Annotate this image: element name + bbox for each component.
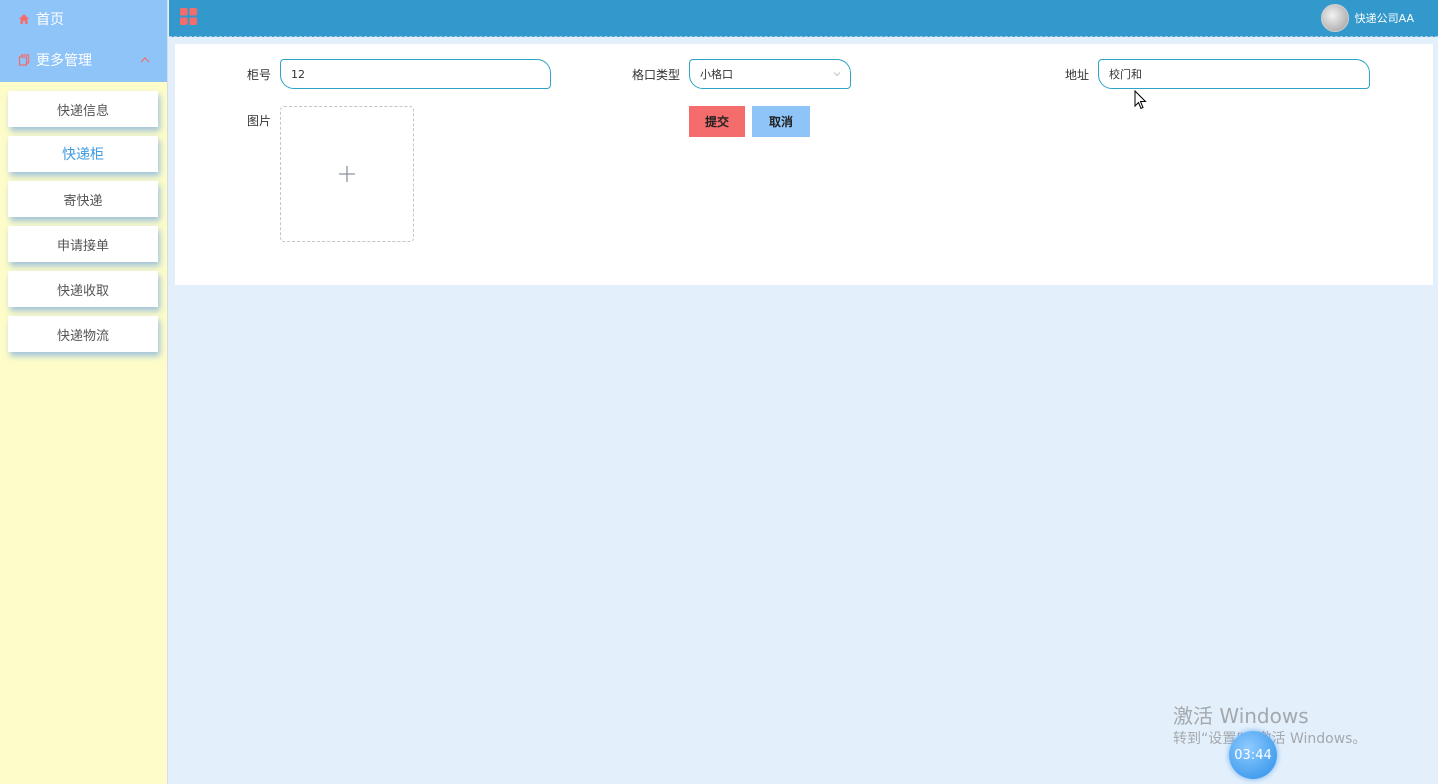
grid-menu-icon[interactable] xyxy=(180,8,197,25)
chevron-down-icon xyxy=(833,72,841,77)
chevron-up-icon xyxy=(140,57,150,63)
slot-type-label: 格口类型 xyxy=(632,68,681,82)
plus-icon xyxy=(339,166,355,182)
cabinet-number-label: 柜号 xyxy=(247,68,272,82)
address-input[interactable]: 校门和 xyxy=(1098,59,1370,89)
windows-activation-title: 激活 Windows xyxy=(1173,704,1309,728)
sidebar-item-express-receive[interactable]: 快递收取 xyxy=(8,271,158,307)
sidebar-nav-header: 首页 更多管理 xyxy=(0,0,167,82)
sidebar-item-label: 快递信息 xyxy=(56,103,109,119)
address-label: 地址 xyxy=(1065,68,1090,82)
form-panel: 柜号 12 格口类型 小格口 地址 校门和 图片 提交 取消 xyxy=(175,44,1433,285)
sidebar-item-express-logistics[interactable]: 快递物流 xyxy=(8,316,158,352)
mouse-cursor-icon xyxy=(1134,90,1147,110)
copy-icon xyxy=(18,54,30,66)
sidebar-item-express-info[interactable]: 快递信息 xyxy=(8,91,158,127)
sidebar-item-apply-order[interactable]: 申请接单 xyxy=(8,226,158,262)
sidebar-item-label: 快递柜 xyxy=(62,147,104,163)
sidebar-item-send-express[interactable]: 寄快递 xyxy=(8,181,158,217)
sidebar-item-label: 快递收取 xyxy=(56,283,109,299)
address-value: 校门和 xyxy=(1109,68,1142,81)
top-header: 快递公司AA xyxy=(169,0,1438,37)
username: 快递公司AA xyxy=(1354,12,1414,25)
cabinet-number-value: 12 xyxy=(291,67,305,81)
sidebar-submenu: 快递信息 快递柜 寄快递 申请接单 快递收取 快递物流 xyxy=(0,82,167,352)
sidebar-item-more-management[interactable]: 更多管理 xyxy=(0,38,167,82)
submit-button[interactable]: 提交 xyxy=(689,106,745,137)
sidebar-item-label: 快递物流 xyxy=(56,328,109,344)
floating-clock[interactable]: 03:44 xyxy=(1229,731,1277,779)
sidebar: 首页 更多管理 快递信息 快递柜 寄快递 申请接单 快递收取 快递物流 xyxy=(0,0,168,784)
slot-type-select[interactable]: 小格口 xyxy=(689,59,851,89)
sidebar-item-label: 申请接单 xyxy=(56,238,109,254)
cancel-button[interactable]: 取消 xyxy=(752,106,810,137)
user-menu[interactable]: 快递公司AA xyxy=(1320,3,1414,33)
cabinet-number-input[interactable]: 12 xyxy=(280,59,551,89)
sidebar-item-express-cabinet[interactable]: 快递柜 xyxy=(8,136,158,172)
slot-type-value: 小格口 xyxy=(700,68,733,81)
avatar xyxy=(1320,4,1349,32)
sidebar-item-home-label: 首页 xyxy=(36,12,64,28)
image-upload[interactable] xyxy=(280,106,414,242)
sidebar-item-home[interactable]: 首页 xyxy=(0,0,167,38)
sidebar-item-label: 寄快递 xyxy=(63,193,103,209)
sidebar-item-more-label: 更多管理 xyxy=(36,53,92,69)
home-icon xyxy=(19,14,29,24)
image-label: 图片 xyxy=(247,114,272,128)
